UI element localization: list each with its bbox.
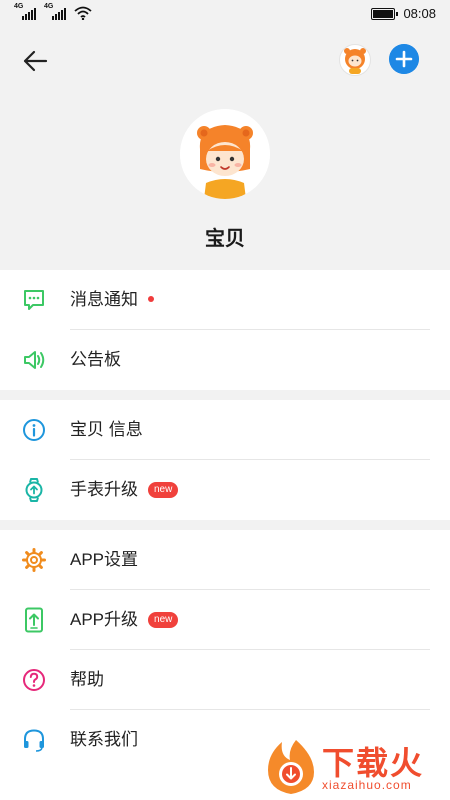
menu-label: 消息通知 — [70, 270, 154, 330]
app-upgrade-label: APP升级 — [70, 610, 139, 629]
signal-icon: 4G — [14, 3, 38, 20]
menu-item-bulletin[interactable]: 公告板 — [0, 330, 450, 390]
baby-name: 宝贝 — [205, 228, 245, 250]
signal-type-label: 4G — [14, 3, 24, 10]
back-arrow-icon[interactable] — [20, 46, 50, 76]
watermark: 下载火 xiazaihuo.com — [262, 738, 447, 798]
menu-item-help[interactable]: 帮助 — [0, 650, 450, 710]
signal-icon-2: 4G — [44, 3, 68, 20]
headset-icon — [24, 729, 44, 752]
menu-item-app-upgrade[interactable]: APP升级 new — [0, 590, 450, 650]
flame-logo-icon — [268, 740, 314, 794]
watch-upgrade-icon — [25, 478, 43, 502]
plus-circle-icon[interactable] — [389, 44, 419, 74]
menu-section-2: 宝贝 信息 手表升级 new — [0, 400, 450, 520]
bulletin-label: 公告板 — [70, 350, 121, 369]
section-gap — [0, 390, 450, 400]
unread-dot — [148, 295, 154, 302]
profile-avatar[interactable] — [180, 109, 270, 199]
status-time: 08:08 — [403, 6, 436, 21]
child-avatar-icon — [344, 48, 366, 74]
messages-label: 消息通知 — [70, 290, 138, 309]
message-icon — [24, 290, 44, 310]
watch-upgrade-label: 手表升级 — [70, 480, 138, 499]
contact-label: 联系我们 — [70, 730, 138, 749]
new-badge: new — [148, 611, 179, 628]
child-avatar-icon — [180, 109, 270, 199]
status-left: 4G 4G — [14, 3, 92, 20]
signal-type-label-2: 4G — [44, 3, 54, 10]
status-right: 08:08 — [371, 6, 436, 21]
help-icon — [23, 669, 45, 691]
baby-info-label: 宝贝 信息 — [70, 420, 143, 439]
menu-item-baby-info[interactable]: 宝贝 信息 — [0, 400, 450, 460]
menu-item-app-settings[interactable]: APP设置 — [0, 530, 450, 590]
menu-label: APP升级 new — [70, 590, 179, 650]
battery-icon — [371, 7, 399, 20]
app-settings-label: APP设置 — [70, 550, 139, 569]
menu-section-3: APP设置 APP升级 new 帮助 联系我们 — [0, 530, 450, 770]
watermark-url: xiazaihuo.com — [322, 778, 412, 792]
menu-item-messages[interactable]: 消息通知 — [0, 270, 450, 330]
menu-section-1: 消息通知 公告板 — [0, 270, 450, 390]
device-avatar-button[interactable] — [339, 44, 371, 76]
section-gap — [0, 520, 450, 530]
help-label: 帮助 — [70, 670, 104, 689]
wifi-icon — [74, 6, 92, 20]
phone-upgrade-icon — [25, 607, 43, 633]
new-badge: new — [148, 481, 179, 498]
status-bar: 4G 4G 08:08 — [0, 0, 450, 30]
info-icon — [23, 419, 45, 441]
profile-header: 宝贝 — [0, 30, 450, 270]
speaker-icon — [24, 351, 45, 369]
menu-item-watch-upgrade[interactable]: 手表升级 new — [0, 460, 450, 520]
gear-icon — [22, 548, 46, 572]
menu-label: 手表升级 new — [70, 460, 179, 520]
